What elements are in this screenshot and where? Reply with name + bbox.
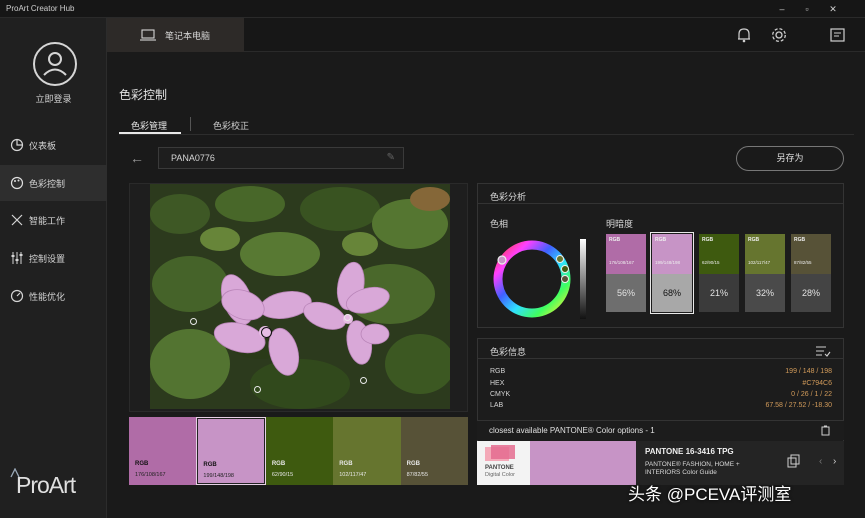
- pantone-logo: PANTONE Digital Color: [477, 441, 530, 485]
- pantone-header-text: closest available PANTONE® Color options…: [489, 426, 655, 435]
- list-check-icon[interactable]: [815, 345, 831, 357]
- profile-name-field[interactable]: PANA0776 ✎: [158, 147, 404, 169]
- swatch-5[interactable]: RGB 87/82/55: [400, 417, 469, 485]
- source-photo[interactable]: [150, 184, 450, 409]
- close-button[interactable]: ✕: [826, 2, 840, 16]
- user-icon: [43, 52, 67, 76]
- chevron-left-icon[interactable]: ‹: [819, 456, 822, 467]
- brightness-card-1[interactable]: RGB 176/108/167 56%: [606, 234, 646, 312]
- sidebar: 立即登录 仪表板 色彩控制 智能工作 控制设置 性能优化 ProArt: [0, 18, 107, 518]
- device-tab-label: 笔记本电脑: [165, 30, 211, 41]
- sidebar-item-label: 仪表板: [29, 140, 57, 151]
- laptop-icon: [140, 29, 156, 41]
- color-picker-marker[interactable]: [360, 377, 367, 384]
- brightness-card-2[interactable]: RGB 199/148/198 68%: [650, 232, 694, 314]
- sidebar-item-label: 智能工作: [29, 215, 66, 226]
- color-picker-marker[interactable]: [261, 327, 272, 338]
- tab-color-correction[interactable]: 色彩校正: [213, 119, 249, 132]
- save-as-button[interactable]: 另存为: [736, 146, 844, 171]
- sliders-icon: [11, 252, 23, 264]
- tools-icon: [11, 214, 23, 226]
- sidebar-item-label: 色彩控制: [29, 178, 66, 189]
- profile-name-value: PANA0776: [171, 153, 215, 163]
- gear-icon[interactable]: [770, 26, 788, 44]
- swatch-4[interactable]: RGB 102/117/47: [333, 417, 401, 485]
- swatch-1[interactable]: RGB 176/108/167: [129, 417, 197, 485]
- palette-icon: [10, 176, 24, 190]
- brightness-slider[interactable]: [580, 239, 586, 319]
- top-bar: 笔记本电脑: [107, 18, 865, 52]
- window-title: ProArt Creator Hub: [6, 4, 75, 13]
- title-bar: ProArt Creator Hub – ▫ ✕: [0, 0, 865, 18]
- panel-title: 色彩分析: [490, 192, 527, 202]
- chevron-right-icon[interactable]: ›: [833, 456, 836, 467]
- sidebar-item-control-settings[interactable]: 控制设置: [0, 240, 107, 276]
- brightness-label: 明暗度: [606, 219, 634, 229]
- tabs-divider: [119, 134, 854, 135]
- minimize-button[interactable]: –: [775, 2, 789, 16]
- pantone-name: PANTONE 16-3416 TPG: [645, 447, 734, 456]
- back-arrow-icon[interactable]: ←: [130, 150, 144, 166]
- color-picker-marker[interactable]: [254, 386, 261, 393]
- pencil-icon[interactable]: ✎: [387, 152, 395, 163]
- pantone-header: closest available PANTONE® Color options…: [477, 420, 844, 440]
- proart-logo: ProArt: [10, 468, 76, 499]
- sidebar-item-dashboard[interactable]: 仪表板: [0, 127, 107, 163]
- hue-wheel[interactable]: [489, 236, 575, 322]
- bell-icon[interactable]: [735, 26, 753, 44]
- sidebar-item-label: 控制设置: [29, 253, 66, 264]
- performance-icon: [10, 289, 24, 303]
- sidebar-item-smart-work[interactable]: 智能工作: [0, 202, 107, 238]
- pantone-chip-icon: [485, 445, 515, 461]
- brightness-card-4[interactable]: RGB 102/117/47 32%: [745, 234, 785, 312]
- pantone-description: PANTONE® FASHION, HOME + INTERIORS Color…: [645, 461, 740, 476]
- swatch-2[interactable]: RGB 199/148/198: [196, 417, 266, 485]
- color-picker-marker[interactable]: [190, 318, 197, 325]
- page-title: 色彩控制: [119, 88, 168, 102]
- swatch-3[interactable]: RGB 62/90/15: [265, 417, 334, 485]
- tab-divider: [190, 117, 191, 131]
- tab-color-management[interactable]: 色彩管理: [131, 119, 167, 132]
- dashboard-icon: [10, 138, 24, 152]
- brightness-card-3[interactable]: RGB 62/90/15 21%: [699, 234, 739, 312]
- hue-label: 色相: [490, 219, 509, 229]
- panel-title: 色彩信息: [490, 347, 527, 357]
- watermark: 头条 @PCEVA评测室: [628, 485, 792, 504]
- image-panel: [129, 183, 468, 412]
- tab-laptop[interactable]: 笔记本电脑: [107, 18, 244, 52]
- clipboard-icon[interactable]: [821, 425, 830, 436]
- pantone-card[interactable]: PANTONE Digital Color PANTONE 16-3416 TP…: [477, 441, 844, 485]
- copy-icon[interactable]: [787, 454, 801, 468]
- pantone-swatch: [530, 441, 636, 485]
- avatar[interactable]: [33, 42, 77, 86]
- color-picker-marker[interactable]: [344, 314, 351, 321]
- sidebar-item-label: 性能优化: [29, 291, 66, 302]
- maximize-button[interactable]: ▫: [800, 2, 814, 16]
- sidebar-item-color-control[interactable]: 色彩控制: [0, 165, 107, 201]
- login-link[interactable]: 立即登录: [0, 92, 107, 105]
- extracted-swatches: RGB 176/108/167 RGB 199/148/198 RGB 62/9…: [129, 417, 469, 485]
- logo-mark-icon: [10, 468, 20, 478]
- sidebar-item-performance[interactable]: 性能优化: [0, 278, 107, 314]
- flower-photo: [150, 184, 450, 409]
- feedback-icon[interactable]: [829, 26, 847, 44]
- brightness-card-5[interactable]: RGB 87/82/55 28%: [791, 234, 831, 312]
